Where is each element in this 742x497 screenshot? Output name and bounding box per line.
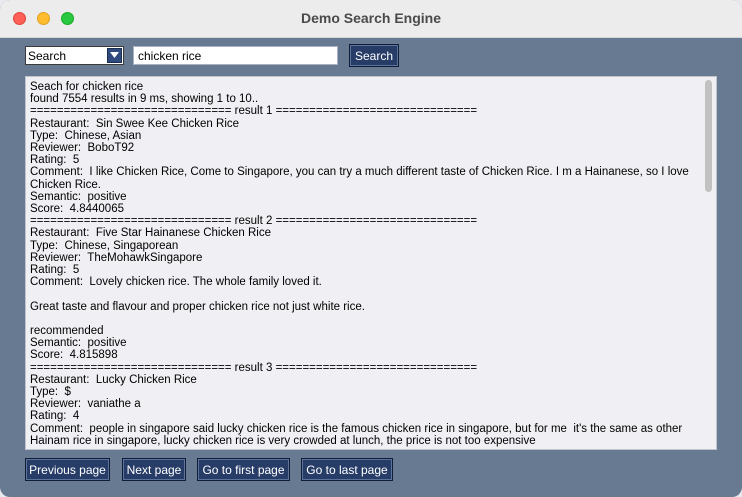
window-title: Demo Search Engine	[300, 10, 442, 26]
scrollbar-thumb[interactable]	[705, 80, 712, 192]
next-page-button[interactable]: Next page	[122, 458, 186, 481]
app-window: Demo Search Engine Search Search Seach f…	[0, 0, 742, 497]
chevron-down-icon	[110, 52, 119, 58]
mode-select-value: Search	[28, 49, 67, 63]
results-textarea[interactable]: Seach for chicken rice found 7554 result…	[25, 76, 717, 450]
search-button[interactable]: Search	[349, 44, 399, 67]
mode-select[interactable]: Search	[25, 46, 124, 65]
results-text: Seach for chicken rice found 7554 result…	[30, 81, 689, 447]
last-page-button[interactable]: Go to last page	[301, 458, 393, 481]
first-page-button[interactable]: Go to first page	[197, 458, 290, 481]
title-bar: Demo Search Engine	[0, 0, 742, 38]
search-input[interactable]	[133, 46, 338, 65]
results-scrollbar[interactable]	[702, 77, 716, 449]
dropdown-button[interactable]	[107, 48, 122, 63]
previous-page-button[interactable]: Previous page	[25, 458, 110, 481]
